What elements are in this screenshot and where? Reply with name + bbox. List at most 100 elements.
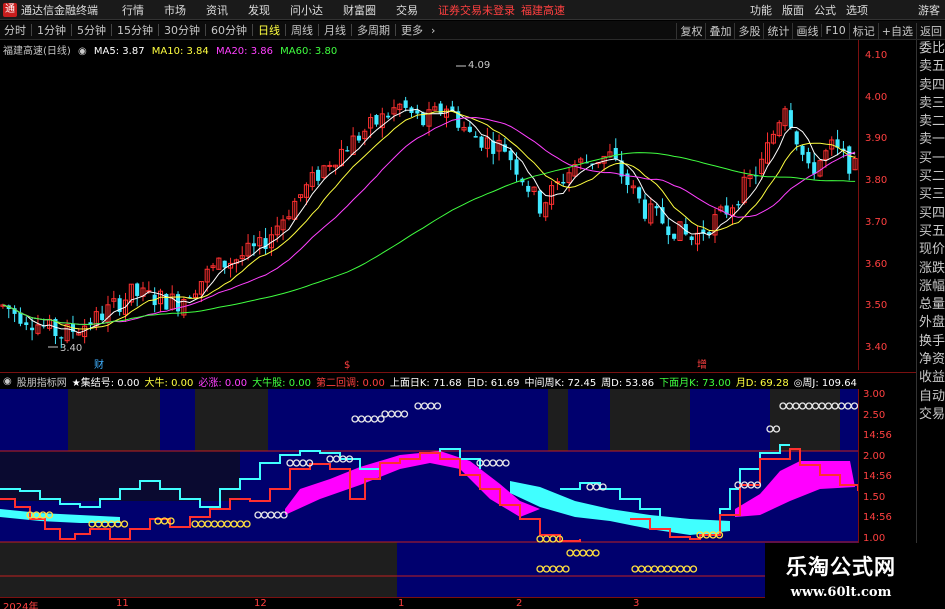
candle: [105, 295, 111, 333]
candle: [683, 217, 688, 236]
quote-item[interactable]: 净资: [917, 351, 945, 369]
period-more[interactable]: 更多: [397, 22, 427, 38]
candle: [374, 114, 379, 127]
menu-options[interactable]: 选项: [841, 2, 873, 18]
price-tick: 3.90: [865, 133, 888, 145]
menu-bar: 通 通达信金融终端 行情 市场 资讯 发现 问小达 财富圈 交易 证券交易未登录…: [0, 0, 945, 20]
candle: [694, 225, 701, 252]
quote-item[interactable]: 卖五: [917, 58, 945, 76]
chevron-right-icon[interactable]: ›: [427, 24, 439, 37]
quote-item[interactable]: 外盘: [917, 314, 945, 332]
menu-quotes[interactable]: 行情: [112, 2, 154, 18]
indicator-value: 日D: 61.69: [466, 377, 520, 389]
kline-chart[interactable]: 福建高速(日线) ◉ MA5: 3.87 MA10: 3.84 MA20: 3.…: [0, 40, 858, 371]
candle: [47, 314, 53, 331]
draw-line-button[interactable]: 画线: [792, 22, 821, 39]
quote-item[interactable]: 总量: [917, 296, 945, 314]
menu-wealth[interactable]: 财富圈: [333, 2, 386, 18]
menu-function[interactable]: 功能: [745, 2, 777, 18]
overlay-button[interactable]: 叠加: [705, 22, 734, 39]
quote-item[interactable]: 涨跌: [917, 260, 945, 278]
indicator-value: 大牛: 0.00: [144, 377, 194, 389]
candle: [847, 145, 852, 181]
quote-item[interactable]: 现价: [917, 241, 945, 259]
quote-item[interactable]: 买四: [917, 205, 945, 223]
stats-button[interactable]: 统计: [763, 22, 792, 39]
quote-item[interactable]: 收益: [917, 369, 945, 387]
menu-formula[interactable]: 公式: [809, 2, 841, 18]
quote-item[interactable]: 委比: [917, 40, 945, 58]
settings-icon[interactable]: ◉: [78, 46, 87, 57]
quote-item[interactable]: 涨幅: [917, 278, 945, 296]
candle: [724, 197, 729, 219]
add-watchlist-button[interactable]: +自选: [877, 22, 916, 39]
stock-name-label: 福建高速: [521, 3, 565, 17]
period-monthly[interactable]: 月线: [320, 22, 350, 38]
period-multi[interactable]: 多周期: [353, 22, 394, 38]
indicator-tick: 2.50: [863, 409, 886, 421]
quote-item[interactable]: 自动: [917, 388, 945, 406]
price-tick: 4.10: [865, 50, 888, 61]
menu-ask[interactable]: 问小达: [280, 2, 333, 18]
candle: [526, 180, 531, 198]
kline-canvas[interactable]: 4.09 3.40 财 $ 增: [0, 40, 858, 371]
candle: [770, 130, 776, 145]
quote-item[interactable]: 换手: [917, 333, 945, 351]
candle: [321, 164, 327, 180]
period-timeshare[interactable]: 分时: [0, 22, 30, 38]
candle: [18, 307, 23, 327]
login-warning[interactable]: 证券交易未登录: [438, 2, 515, 18]
ma20-label: MA20: 3.86: [215, 46, 273, 57]
menu-market[interactable]: 市场: [154, 2, 196, 18]
date-tick: 2: [516, 598, 523, 609]
indicator-value: 下面月K: 73.00: [659, 377, 731, 389]
quote-item[interactable]: 卖四: [917, 77, 945, 95]
quote-item[interactable]: 买一: [917, 150, 945, 168]
mark-button[interactable]: 标记: [848, 22, 878, 39]
upper-band: [690, 389, 770, 451]
candle: [198, 281, 204, 303]
candle: [100, 305, 105, 322]
candle: [747, 169, 753, 188]
period-30min[interactable]: 30分钟: [160, 22, 204, 38]
period-60min[interactable]: 60分钟: [207, 22, 251, 38]
period-1min[interactable]: 1分钟: [33, 22, 70, 38]
quote-item[interactable]: 卖三: [917, 95, 945, 113]
f10-button[interactable]: F10: [821, 24, 848, 37]
period-15min[interactable]: 15分钟: [113, 22, 157, 38]
adjust-button[interactable]: 复权: [676, 22, 705, 39]
indicator-name[interactable]: 股朋指标网: [17, 374, 67, 389]
period-toolbar: 分时 1分钟 5分钟 15分钟 30分钟 60分钟 日线 周线 月线 多周期 更…: [0, 21, 945, 40]
quote-item[interactable]: 买二: [917, 168, 945, 186]
back-button[interactable]: 返回: [916, 22, 945, 39]
date-tick: 11: [116, 598, 129, 609]
indicator-value: ★集结号: 0.00: [71, 377, 140, 389]
date-tick: 1: [398, 598, 405, 609]
menu-news[interactable]: 资讯: [196, 2, 238, 18]
quote-item[interactable]: 卖二: [917, 113, 945, 131]
indicator-settings-icon[interactable]: ◉: [3, 376, 12, 387]
quote-item[interactable]: 交易: [917, 406, 945, 424]
period-weekly[interactable]: 周线: [287, 22, 317, 38]
menu-trade[interactable]: 交易: [386, 2, 428, 18]
quote-item[interactable]: 买三: [917, 186, 945, 204]
indicator-tick: 14:56: [863, 430, 892, 441]
menu-layout[interactable]: 版面: [777, 2, 809, 18]
quote-item[interactable]: 买五: [917, 223, 945, 241]
candle: [12, 305, 17, 323]
menu-discover[interactable]: 发现: [238, 2, 280, 18]
date-axis: 2024年 11 12 1 2 3: [0, 597, 858, 609]
ma60-line: [2, 152, 856, 326]
candle: [806, 147, 811, 169]
upper-band: [195, 389, 268, 451]
indicator-canvas[interactable]: [0, 389, 859, 597]
candle: [800, 144, 805, 162]
quote-item[interactable]: 卖一: [917, 131, 945, 149]
period-daily[interactable]: 日线: [254, 22, 284, 38]
upper-band: [0, 389, 68, 451]
indicator-chart[interactable]: [0, 389, 859, 597]
multi-stock-button[interactable]: 多股: [734, 22, 763, 39]
period-5min[interactable]: 5分钟: [73, 22, 110, 38]
guest-user[interactable]: 游客: [913, 2, 945, 18]
candle: [140, 281, 146, 302]
